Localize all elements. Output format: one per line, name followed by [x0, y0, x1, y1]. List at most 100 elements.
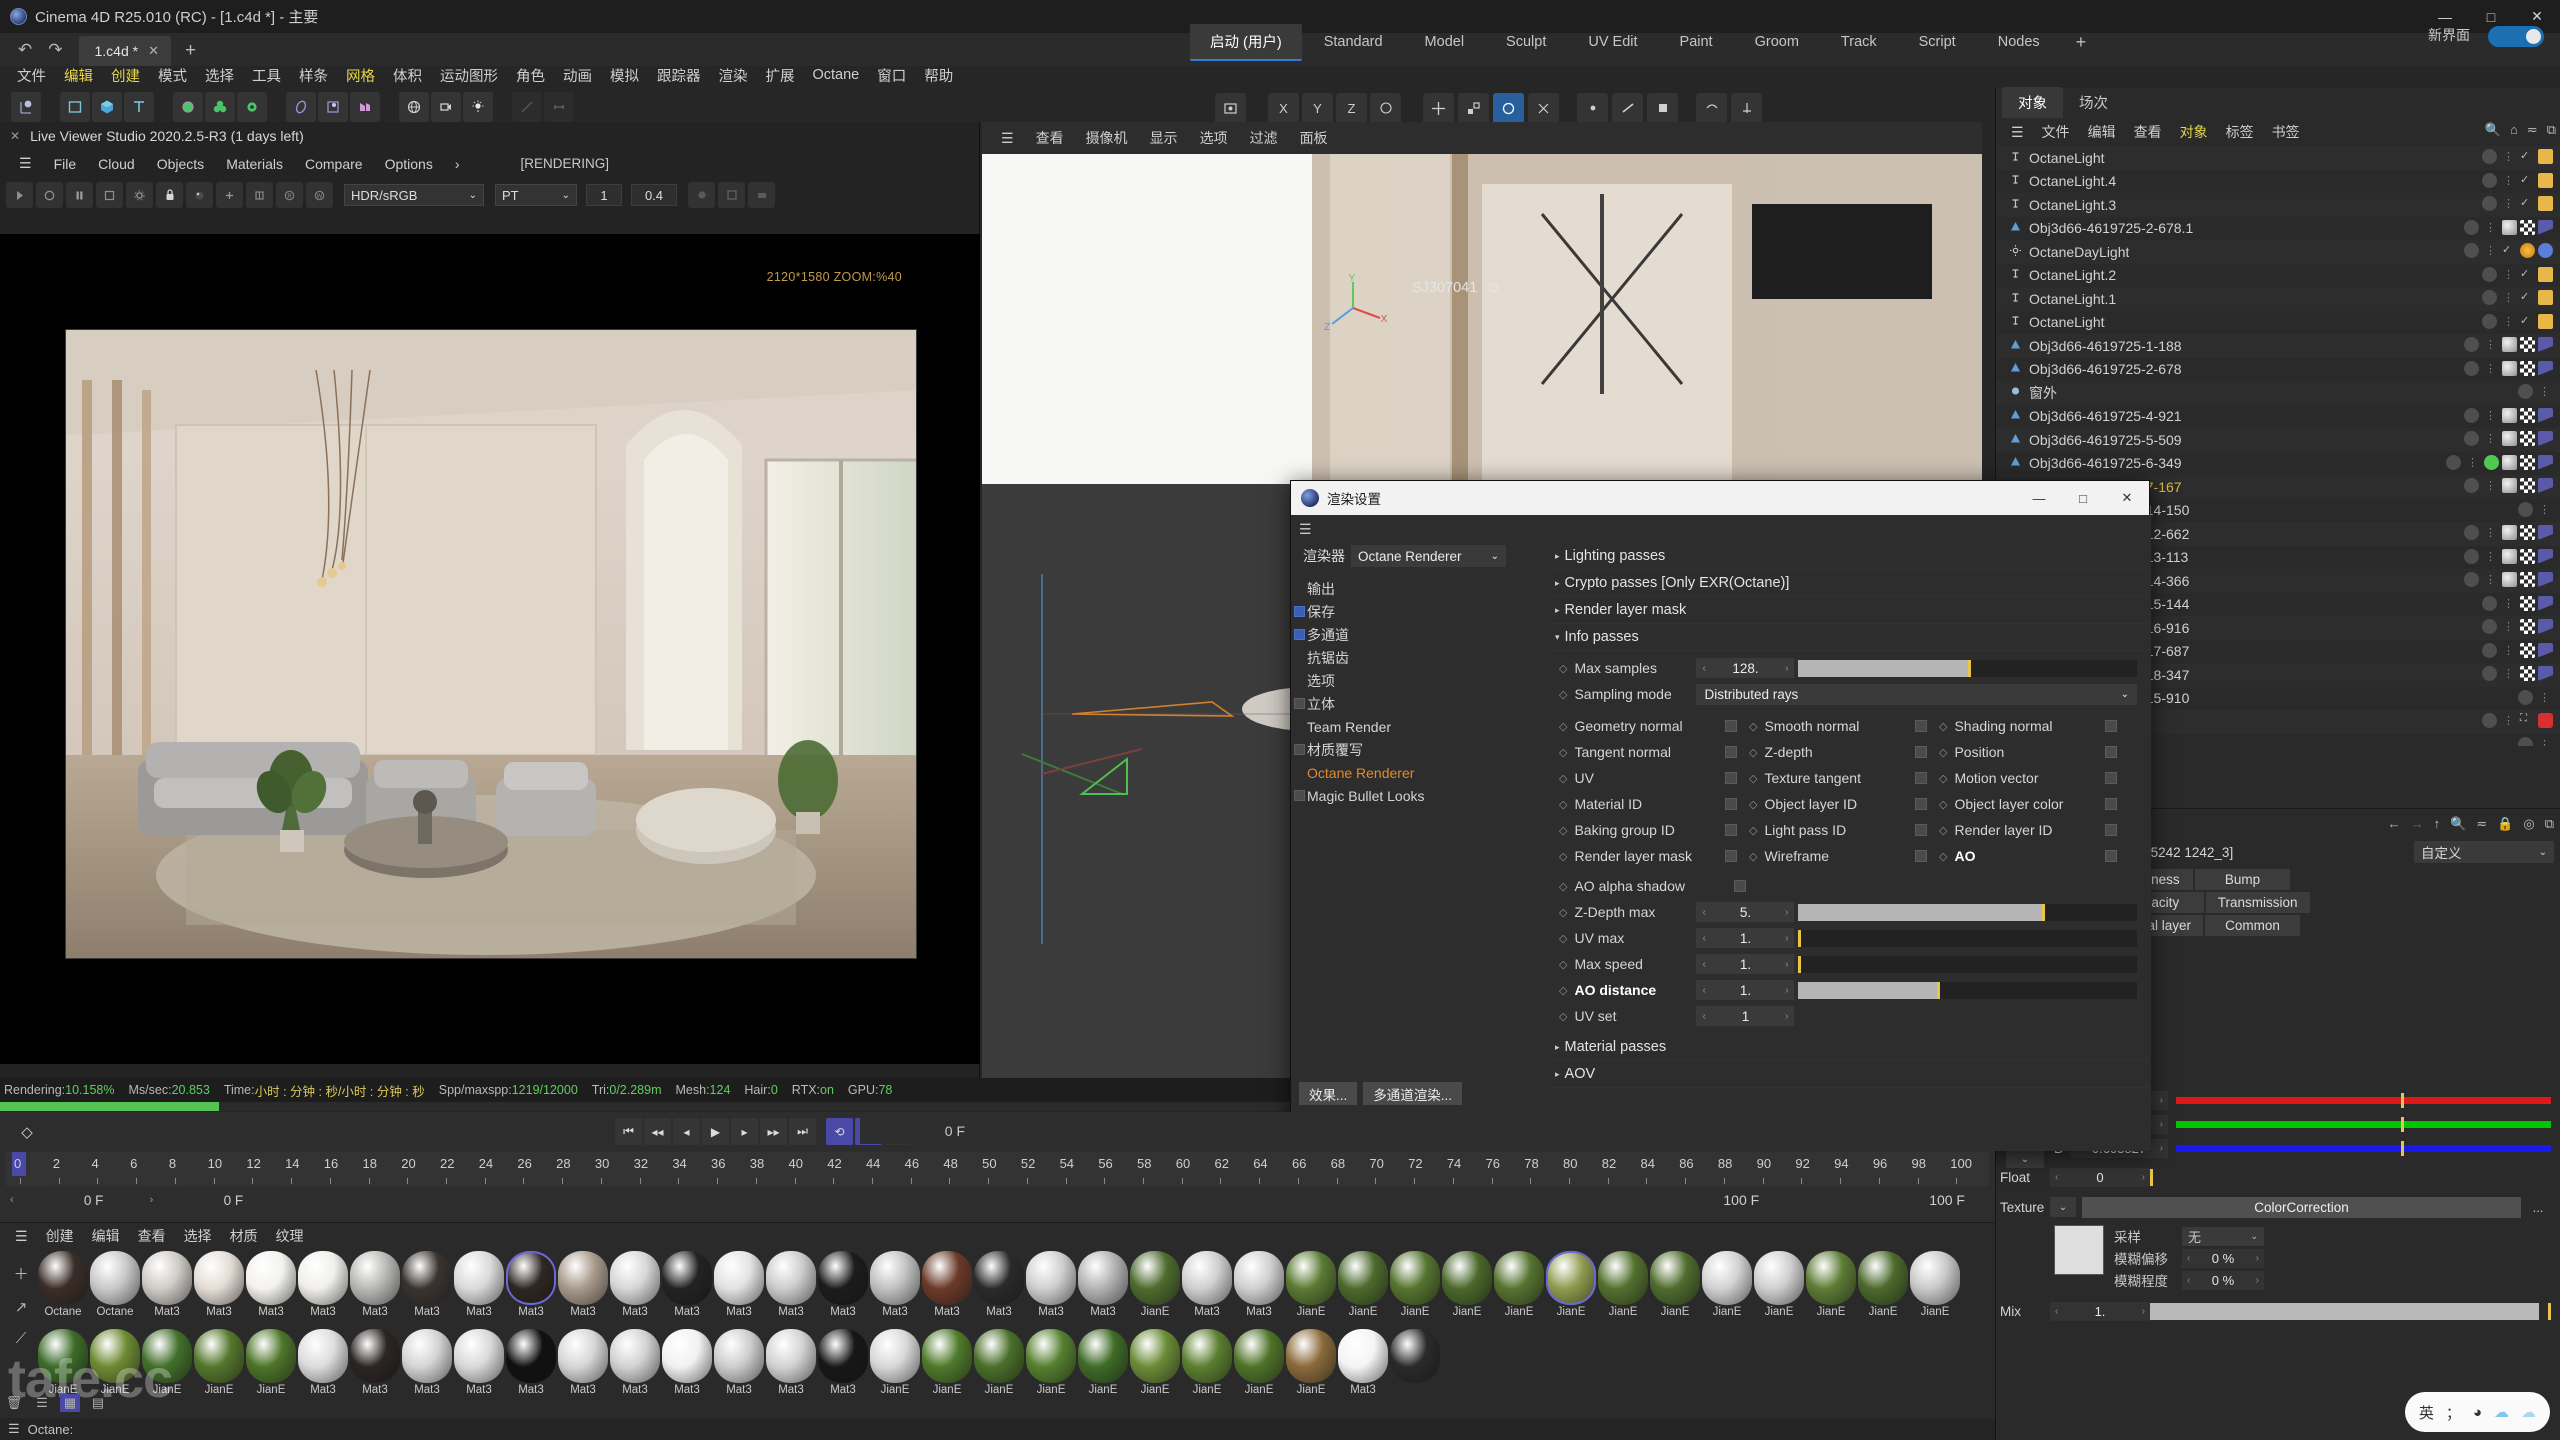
- phong-tag-icon[interactable]: [2538, 525, 2553, 540]
- material-cell[interactable]: Mat3: [714, 1251, 764, 1329]
- lv-menu-cloud[interactable]: Cloud: [87, 153, 146, 175]
- visibility-dots-icon[interactable]: ⋮: [2503, 620, 2514, 633]
- phong-tag-icon[interactable]: [2538, 642, 2553, 658]
- numeric-param-field[interactable]: ‹ 1. ›: [1696, 954, 1795, 974]
- visibility-dots-icon[interactable]: ⋮: [2503, 644, 2514, 657]
- blue-slider-knob[interactable]: [2401, 1140, 2404, 1156]
- increment-icon-r[interactable]: ›: [2160, 1095, 2163, 1106]
- apply-material-icon[interactable]: ↗: [15, 1298, 28, 1316]
- material-cell[interactable]: Mat3: [506, 1251, 556, 1329]
- material-cell[interactable]: Mat3: [1182, 1251, 1232, 1329]
- material-thumbnail[interactable]: [1286, 1251, 1336, 1305]
- material-cell[interactable]: JianE: [142, 1329, 192, 1407]
- param-diamond-icon[interactable]: ◇: [1749, 720, 1757, 733]
- live-selection-icon[interactable]: [11, 92, 41, 122]
- lv-number-2[interactable]: 0.4: [631, 184, 677, 206]
- expand-icon[interactable]: ⧉: [2547, 122, 2556, 138]
- material-thumbnail[interactable]: [1702, 1251, 1752, 1305]
- material-cell[interactable]: Mat3: [870, 1251, 920, 1329]
- object-name[interactable]: OctaneLight: [2029, 314, 2105, 330]
- lv-refresh-icon[interactable]: [36, 182, 63, 208]
- uv-tag-icon[interactable]: [2520, 478, 2535, 493]
- pass-checkbox[interactable]: [2105, 798, 2117, 810]
- pass-checkbox-cell[interactable]: ◇ Z-depth: [1749, 739, 1939, 765]
- lv-number-1[interactable]: 1: [586, 184, 622, 206]
- pass-checkbox-cell[interactable]: ◇ Material ID: [1559, 791, 1749, 817]
- mm-menu-view[interactable]: 查看: [129, 1224, 175, 1248]
- material-thumbnail[interactable]: [402, 1329, 452, 1383]
- material-cell[interactable]: Mat3: [558, 1329, 608, 1407]
- material-thumbnail[interactable]: [1754, 1251, 1804, 1305]
- layer-dot-icon[interactable]: [2518, 501, 2533, 517]
- render-setting-item-2[interactable]: 多通道: [1291, 623, 1546, 646]
- mix-slider[interactable]: [2150, 1302, 2551, 1320]
- main-menu-item-7[interactable]: 网格: [337, 62, 384, 89]
- material-tag-icon[interactable]: [2502, 572, 2517, 587]
- param-diamond-icon-n3[interactable]: ◇: [1559, 984, 1567, 997]
- lv-region-icon[interactable]: [96, 182, 123, 208]
- object-name[interactable]: Obj3d66-4619725-4-921: [2029, 408, 2182, 424]
- transport-button-4[interactable]: ▸: [731, 1118, 758, 1145]
- param-diamond-icon[interactable]: ◇: [1559, 720, 1567, 733]
- material-tag-icon[interactable]: [2502, 525, 2517, 540]
- cube-primitive-icon[interactable]: [92, 92, 122, 122]
- material-thumbnail[interactable]: [1130, 1251, 1180, 1305]
- object-name[interactable]: Obj3d66-4619725-2-678: [2029, 361, 2182, 377]
- param-diamond-icon-3[interactable]: ◇: [1559, 880, 1567, 893]
- uv-tag-icon[interactable]: [2520, 360, 2535, 376]
- material-tag-icon[interactable]: [2502, 478, 2517, 493]
- octane-hamburger-icon[interactable]: ☰: [8, 1421, 20, 1437]
- pass-checkbox[interactable]: [2105, 720, 2117, 732]
- phong-tag-icon[interactable]: [2538, 478, 2553, 493]
- layer-dot-icon[interactable]: [2482, 642, 2497, 658]
- pass-checkbox[interactable]: [1915, 746, 1927, 758]
- material-thumbnail[interactable]: [974, 1251, 1024, 1305]
- object-row[interactable]: OctaneLight.2 ⋮ ✓: [1996, 264, 2560, 288]
- phong-tag-icon[interactable]: [2538, 431, 2553, 446]
- phong-tag-icon[interactable]: [2538, 548, 2553, 564]
- param-diamond-icon[interactable]: ◇: [1559, 772, 1567, 785]
- material-grid[interactable]: Octane Octane Mat3 Mat3 Mat3 Mat3 Mat3 Mat3 Mat3…: [38, 1251, 1988, 1407]
- ime-punctuation-icon[interactable]: ；: [2446, 1402, 2461, 1423]
- viewport-hamburger-icon[interactable]: ☰: [990, 127, 1025, 150]
- pass-checkbox-cell[interactable]: ◇ Smooth normal: [1749, 713, 1939, 739]
- section-lighting-passes[interactable]: ▸ Lighting passes: [1549, 543, 2149, 570]
- lv-white-balance-icon[interactable]: W: [306, 182, 333, 208]
- interface-toggle[interactable]: [2488, 26, 2544, 47]
- range-prev-icon[interactable]: ‹: [10, 1194, 14, 1206]
- color-mode-dropdown[interactable]: ⌄: [2006, 1151, 2044, 1168]
- visibility-dots-icon[interactable]: ⋮: [2485, 479, 2496, 492]
- layout-tab-1[interactable]: Standard: [1304, 27, 1403, 57]
- tray-icon-1[interactable]: ◕: [2473, 1404, 2482, 1421]
- param-diamond-icon[interactable]: ◇: [1559, 746, 1567, 759]
- rendered-image[interactable]: [65, 329, 917, 959]
- layout-tab-6[interactable]: Groom: [1735, 27, 1819, 57]
- material-thumbnail[interactable]: [1078, 1329, 1128, 1383]
- material-cell[interactable]: Mat3: [402, 1329, 452, 1407]
- phong-tag-icon[interactable]: [2538, 360, 2553, 376]
- object-row[interactable]: Obj3d66-4619725-2-678.1 ⋮: [1996, 217, 2560, 241]
- numeric-param-field[interactable]: ‹ 5. ›: [1696, 902, 1795, 922]
- ime-indicator[interactable]: 英: [2419, 1402, 2434, 1423]
- uv-tag-icon[interactable]: [2520, 337, 2535, 352]
- search-icon[interactable]: 🔍: [2485, 122, 2501, 138]
- add-material-icon[interactable]: ＋: [13, 1263, 28, 1284]
- material-cell[interactable]: JianE: [922, 1329, 972, 1407]
- object-row[interactable]: OctaneLight.3 ⋮ ✓: [1996, 193, 2560, 217]
- undo-icon[interactable]: ↶: [18, 40, 32, 60]
- visibility-dots-icon[interactable]: ⋮: [2485, 526, 2496, 539]
- layout-tab-5[interactable]: Paint: [1660, 27, 1733, 57]
- material-cell[interactable]: Octane: [38, 1251, 88, 1329]
- blur-offset-field[interactable]: ‹ 0 % ›: [2182, 1248, 2264, 1268]
- pass-checkbox-cell[interactable]: ◇ Baking group ID: [1559, 817, 1749, 843]
- layer-dot-icon[interactable]: [2464, 337, 2479, 352]
- material-thumbnail[interactable]: [922, 1251, 972, 1305]
- uv-tag-icon[interactable]: [2520, 595, 2535, 611]
- transport-button-0[interactable]: ⏮: [615, 1118, 642, 1145]
- material-cell[interactable]: JianE: [1754, 1251, 1804, 1329]
- filter-icon-2[interactable]: ≂: [2476, 816, 2487, 832]
- param-diamond-icon[interactable]: ◇: [1559, 824, 1567, 837]
- redo-icon[interactable]: ↷: [48, 40, 62, 60]
- edge-mode-icon[interactable]: [1612, 92, 1643, 124]
- material-thumbnail[interactable]: [1234, 1329, 1284, 1383]
